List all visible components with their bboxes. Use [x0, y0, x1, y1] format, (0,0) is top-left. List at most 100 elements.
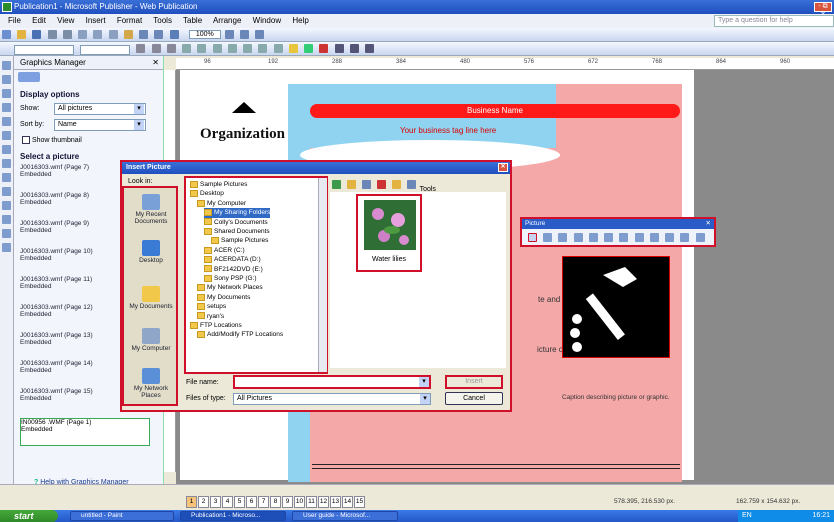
taskbar-item[interactable]: Publication1 - Microso...	[180, 511, 286, 521]
arrow-tool-icon[interactable]	[2, 145, 11, 154]
page-button[interactable]: 10	[294, 496, 305, 508]
wordart-icon[interactable]	[2, 103, 11, 112]
less-brightness-icon[interactable]	[604, 233, 614, 242]
line-tool-icon[interactable]	[2, 131, 11, 140]
zoom-in-icon[interactable]	[240, 30, 250, 39]
taskbar-item[interactable]: untitled - Paint	[70, 511, 174, 521]
form-control-icon[interactable]	[2, 215, 11, 224]
color-icon[interactable]	[543, 233, 553, 242]
crop-icon[interactable]	[619, 233, 629, 242]
page-button[interactable]: 15	[354, 496, 365, 508]
menu-help[interactable]: Help	[292, 16, 308, 25]
folder-item[interactable]: ACER (C:)	[204, 246, 245, 255]
place-my-network-places[interactable]: My Network Places	[126, 368, 176, 399]
folder-item[interactable]: BF2142DVD (E:)	[204, 265, 263, 274]
format-picture-icon[interactable]	[665, 233, 675, 242]
close-icon[interactable]: ✕	[498, 163, 508, 172]
select-tool-icon[interactable]	[2, 61, 11, 70]
folder-item[interactable]: Sony PSP (G:)	[204, 274, 257, 283]
folder-item[interactable]: My Network Places	[197, 283, 263, 292]
line-style-icon[interactable]	[334, 44, 344, 53]
set-transparent-icon[interactable]	[680, 233, 690, 242]
close-icon[interactable]: ✕	[152, 56, 159, 70]
folder-item[interactable]: ryan's	[197, 312, 224, 321]
organization-logo-icon[interactable]	[232, 102, 256, 113]
line-color-icon[interactable]	[304, 44, 314, 53]
font-select[interactable]	[80, 45, 131, 55]
back-icon[interactable]	[332, 180, 341, 189]
page-button[interactable]: 2	[198, 496, 209, 508]
help-icon[interactable]	[255, 30, 265, 39]
page-button[interactable]: 7	[258, 496, 269, 508]
picture-frame-icon[interactable]	[2, 117, 11, 126]
menu-insert[interactable]: Insert	[86, 16, 106, 25]
cancel-button[interactable]: Cancel	[445, 392, 503, 405]
menu-tools[interactable]: Tools	[153, 16, 172, 25]
look-in-scrollbar[interactable]	[318, 178, 327, 372]
more-brightness-icon[interactable]	[588, 233, 598, 242]
page-button[interactable]: 1	[186, 496, 197, 508]
print-icon[interactable]	[47, 30, 57, 39]
body-text-fragment[interactable]: te and	[538, 295, 560, 304]
save-icon[interactable]	[32, 30, 42, 39]
sort-select[interactable]: Name	[54, 119, 146, 131]
page-button[interactable]: 14	[342, 496, 353, 508]
start-button[interactable]: start	[0, 510, 58, 522]
print-preview-icon[interactable]	[62, 30, 72, 39]
design-gallery-icon[interactable]	[2, 243, 11, 252]
folder-item[interactable]: FTP Locations	[190, 321, 242, 330]
up-folder-icon[interactable]	[346, 180, 356, 189]
new-folder-icon[interactable]	[391, 180, 401, 189]
menu-window[interactable]: Window	[253, 16, 281, 25]
show-select[interactable]: All pictures	[54, 103, 146, 115]
tagline-text[interactable]: Your business tag line here	[400, 126, 496, 135]
insert-picture-icon[interactable]	[528, 233, 537, 242]
cut-icon[interactable]	[93, 30, 103, 39]
menu-arrange[interactable]: Arrange	[213, 16, 241, 25]
page-button[interactable]: 5	[234, 496, 245, 508]
look-in-dropdown-list[interactable]: Sample Pictures Desktop My Computer My Shar…	[184, 176, 328, 374]
open-icon[interactable]	[17, 30, 27, 39]
checkbox-icon[interactable]	[22, 136, 30, 144]
folder-item[interactable]: setups	[197, 302, 226, 311]
page-button[interactable]: 4	[222, 496, 233, 508]
place-desktop[interactable]: Desktop	[126, 240, 176, 264]
align-center-icon[interactable]	[197, 44, 207, 53]
dash-style-icon[interactable]	[349, 44, 359, 53]
more-contrast-icon[interactable]	[558, 233, 568, 242]
redo-icon[interactable]	[154, 30, 164, 39]
folder-item[interactable]: My Sharing Folders	[204, 208, 271, 218]
delete-icon[interactable]	[376, 180, 386, 189]
oval-tool-icon[interactable]	[2, 159, 11, 168]
folder-item[interactable]: Sample Pictures	[190, 180, 247, 189]
menu-view[interactable]: View	[57, 16, 74, 25]
autoshapes-icon[interactable]	[2, 187, 11, 196]
picture-toolbar-titlebar[interactable]: Picture ✕	[522, 219, 714, 229]
text-wrapping-icon[interactable]	[649, 233, 659, 242]
rectangle-tool-icon[interactable]	[2, 173, 11, 182]
back-forward-icon[interactable]	[18, 72, 40, 82]
search-web-icon[interactable]	[361, 180, 371, 189]
fill-color-icon[interactable]	[288, 44, 298, 53]
page-button[interactable]: 6	[246, 496, 257, 508]
taskbar-item[interactable]: User guide - Microsof...	[292, 511, 398, 521]
folder-item[interactable]: Desktop	[190, 189, 224, 198]
less-contrast-icon[interactable]	[573, 233, 583, 242]
undo-icon[interactable]	[139, 30, 149, 39]
page-button[interactable]: 3	[210, 496, 221, 508]
font-color-icon[interactable]	[319, 44, 329, 53]
bold-icon[interactable]	[136, 44, 146, 53]
menu-table[interactable]: Table	[183, 16, 202, 25]
insert-button[interactable]: Insert	[445, 375, 503, 389]
page-button[interactable]: 9	[282, 496, 293, 508]
help-search-input[interactable]: Type a question for help	[714, 15, 834, 27]
style-select[interactable]	[14, 45, 74, 55]
zoom-select[interactable]: 100%	[188, 30, 221, 39]
line-style-icon[interactable]	[634, 233, 644, 242]
window-controls[interactable]: - ⧉ ✕	[814, 2, 832, 18]
shadow-icon[interactable]	[364, 44, 374, 53]
picture-caption[interactable]: Caption describing picture or graphic.	[562, 394, 672, 401]
file-type-select[interactable]: All Pictures	[233, 393, 431, 405]
folder-item[interactable]: ACERDATA (D:)	[204, 255, 261, 264]
spelling-icon[interactable]	[78, 30, 88, 39]
